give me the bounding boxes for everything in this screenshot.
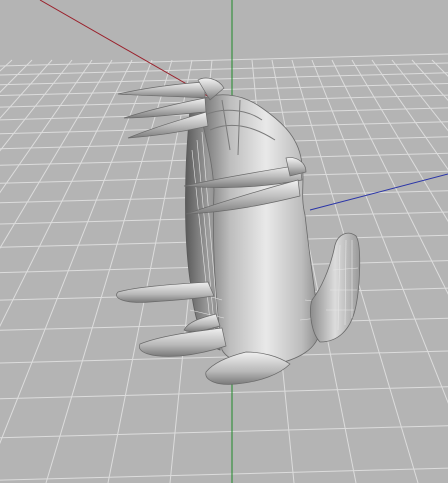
grid-line-receding (45, 59, 173, 483)
grid-line-horizontal (0, 467, 448, 481)
grid-line-horizontal (0, 53, 448, 67)
model-tail (310, 232, 361, 343)
grid-line-horizontal (0, 425, 448, 439)
z-axis-line (309, 173, 448, 211)
grid-line-receding (431, 59, 448, 77)
grid-line-receding (0, 59, 133, 328)
grid-line-horizontal (0, 83, 448, 97)
grid-line-horizontal (0, 72, 448, 86)
3d-viewport[interactable] (0, 0, 448, 483)
grid-line-horizontal (0, 386, 448, 400)
viewport-canvas[interactable] (0, 0, 448, 483)
grid-line-receding (0, 59, 13, 72)
